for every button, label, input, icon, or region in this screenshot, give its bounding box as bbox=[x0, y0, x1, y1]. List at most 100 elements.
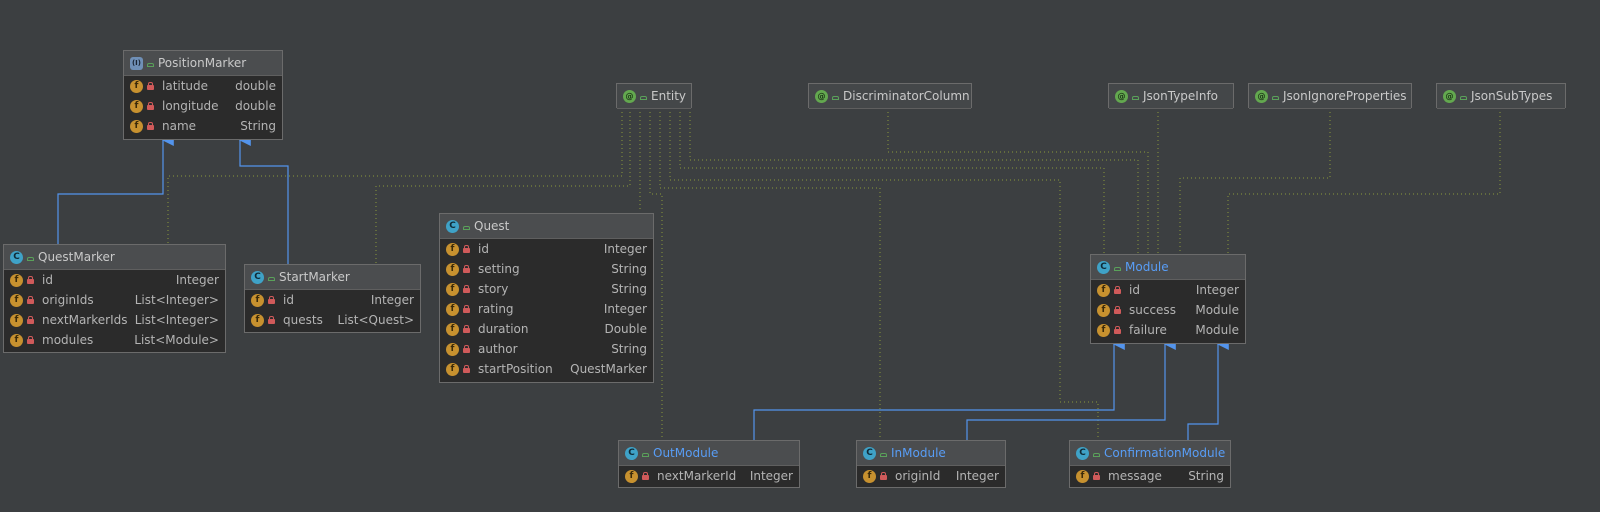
field-name: success bbox=[1129, 303, 1176, 317]
field-type: List<Module> bbox=[134, 333, 219, 347]
field-name: modules bbox=[42, 333, 94, 347]
public-visibility-icon bbox=[832, 96, 839, 100]
field-name: id bbox=[42, 273, 53, 287]
annotation-json-ignore-properties[interactable]: @ JsonIgnoreProperties bbox=[1248, 83, 1412, 109]
class-in-module[interactable]: C InModule f originId Integer bbox=[856, 440, 1006, 488]
field-row: f modules List<Module> bbox=[4, 330, 225, 350]
field-row: f longitude double bbox=[124, 96, 282, 116]
field-name: failure bbox=[1129, 323, 1167, 337]
field-name: author bbox=[478, 342, 518, 356]
private-visibility-icon bbox=[268, 316, 275, 324]
class-start-marker[interactable]: C StartMarker f id Integer f quests List<Ques… bbox=[244, 264, 421, 333]
field-name: quests bbox=[283, 313, 323, 327]
private-visibility-icon bbox=[27, 336, 34, 344]
class-name: Module bbox=[1125, 260, 1169, 274]
annotation-name: DiscriminatorColumn bbox=[843, 89, 970, 103]
annotation-discriminator-column[interactable]: @ DiscriminatorColumn bbox=[808, 83, 972, 109]
field-icon: f bbox=[1097, 283, 1110, 297]
class-module[interactable]: C Module f id Integer f success Module f failu… bbox=[1090, 254, 1246, 344]
field-icon: f bbox=[446, 362, 459, 376]
class-name: Quest bbox=[474, 219, 510, 233]
private-visibility-icon bbox=[463, 325, 470, 333]
public-visibility-icon bbox=[1114, 267, 1121, 271]
field-row: f id Integer bbox=[245, 290, 420, 310]
field-type: Module bbox=[1195, 303, 1239, 317]
field-type: List<Integer> bbox=[134, 293, 219, 307]
field-name: nextMarkerIds bbox=[42, 313, 128, 327]
field-icon: f bbox=[446, 342, 459, 356]
class-confirmation-module[interactable]: C ConfirmationModule f message String bbox=[1069, 440, 1231, 488]
public-visibility-icon bbox=[1093, 453, 1100, 457]
field-name: rating bbox=[478, 302, 514, 316]
field-type: List<Integer> bbox=[134, 313, 219, 327]
field-name: latitude bbox=[162, 79, 209, 93]
class-icon: C bbox=[1097, 260, 1110, 274]
field-name: originIds bbox=[42, 293, 94, 307]
annotation-json-type-info[interactable]: @ JsonTypeInfo bbox=[1108, 83, 1234, 109]
private-visibility-icon bbox=[147, 82, 154, 90]
field-type: Integer bbox=[1195, 283, 1239, 297]
field-row: f nextMarkerId Integer bbox=[619, 466, 799, 486]
field-row: f latitude double bbox=[124, 76, 282, 96]
class-icon: C bbox=[251, 270, 264, 284]
field-icon: f bbox=[446, 242, 459, 256]
class-name: StartMarker bbox=[279, 270, 350, 284]
field-icon: f bbox=[251, 293, 264, 307]
field-type: String bbox=[611, 282, 647, 296]
field-name: message bbox=[1108, 469, 1162, 483]
public-visibility-icon bbox=[1272, 96, 1279, 100]
class-position-marker[interactable]: (I) PositionMarker f latitude double f longi… bbox=[123, 50, 283, 140]
private-visibility-icon bbox=[1114, 326, 1121, 334]
field-icon: f bbox=[10, 293, 23, 307]
public-visibility-icon bbox=[27, 257, 34, 261]
field-type: String bbox=[1188, 469, 1224, 483]
annotation-entity[interactable]: @ Entity bbox=[616, 83, 692, 109]
field-icon: f bbox=[10, 313, 23, 327]
field-name: id bbox=[283, 293, 294, 307]
public-visibility-icon bbox=[147, 63, 154, 67]
field-row: f story String bbox=[440, 279, 653, 299]
field-type: Module bbox=[1195, 323, 1239, 337]
field-name: longitude bbox=[162, 99, 219, 113]
private-visibility-icon bbox=[463, 365, 470, 373]
field-name: nextMarkerId bbox=[657, 469, 737, 483]
annotation-icon: @ bbox=[1443, 89, 1456, 103]
annotation-icon: @ bbox=[623, 89, 636, 103]
annotation-name: JsonSubTypes bbox=[1471, 89, 1553, 103]
class-name: ConfirmationModule bbox=[1104, 446, 1226, 460]
field-type: String bbox=[611, 342, 647, 356]
field-row: f success Module bbox=[1091, 300, 1245, 320]
public-visibility-icon bbox=[880, 453, 887, 457]
class-name: InModule bbox=[891, 446, 946, 460]
field-row: f nextMarkerIds List<Integer> bbox=[4, 310, 225, 330]
private-visibility-icon bbox=[27, 316, 34, 324]
class-quest[interactable]: C Quest f id Integer f setting String f story S… bbox=[439, 213, 654, 383]
field-type: Integer bbox=[603, 242, 647, 256]
field-name: originId bbox=[895, 469, 941, 483]
class-quest-marker[interactable]: C QuestMarker f id Integer f originIds List<I… bbox=[3, 244, 226, 353]
private-visibility-icon bbox=[1093, 472, 1100, 480]
annotation-json-sub-types[interactable]: @ JsonSubTypes bbox=[1436, 83, 1566, 109]
public-visibility-icon bbox=[268, 277, 275, 281]
private-visibility-icon bbox=[147, 102, 154, 110]
annotation-icon: @ bbox=[815, 89, 828, 103]
field-type: Integer bbox=[955, 469, 999, 483]
field-icon: f bbox=[446, 262, 459, 276]
class-out-module[interactable]: C OutModule f nextMarkerId Integer bbox=[618, 440, 800, 488]
field-row: f message String bbox=[1070, 466, 1230, 486]
private-visibility-icon bbox=[463, 345, 470, 353]
field-type: Integer bbox=[370, 293, 414, 307]
public-visibility-icon bbox=[1460, 96, 1467, 100]
private-visibility-icon bbox=[147, 122, 154, 130]
field-icon: f bbox=[1097, 323, 1110, 337]
private-visibility-icon bbox=[27, 296, 34, 304]
field-icon: f bbox=[10, 273, 23, 287]
private-visibility-icon bbox=[1114, 286, 1121, 294]
class-name: OutModule bbox=[653, 446, 719, 460]
class-name: PositionMarker bbox=[158, 56, 247, 70]
field-icon: f bbox=[863, 469, 876, 483]
field-icon: f bbox=[1076, 469, 1089, 483]
field-icon: f bbox=[251, 313, 264, 327]
field-icon: f bbox=[446, 282, 459, 296]
field-row: f originIds List<Integer> bbox=[4, 290, 225, 310]
